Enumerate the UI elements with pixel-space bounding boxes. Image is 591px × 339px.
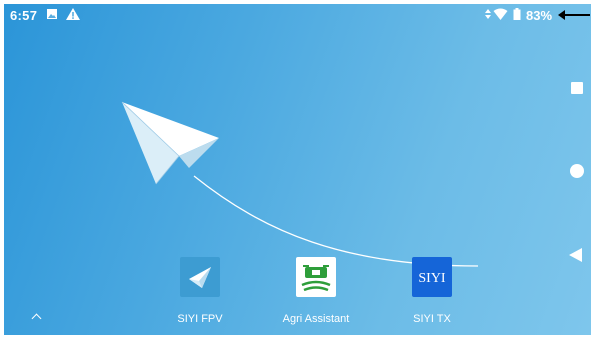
back-button[interactable] <box>569 248 582 262</box>
annotation-arrow <box>558 10 590 20</box>
siyi-logo-icon: SIYI <box>412 257 452 297</box>
app-label: SIYI TX <box>413 313 451 325</box>
paper-plane-icon <box>180 257 220 297</box>
image-icon <box>47 9 57 19</box>
app-siyi-tx[interactable]: SIYI SIYI TX <box>377 257 487 325</box>
battery-icon <box>513 8 521 20</box>
warning-icon <box>66 8 80 20</box>
app-siyi-fpv[interactable]: SIYI FPV <box>145 257 255 325</box>
status-time: 6:57 <box>10 8 38 23</box>
battery-percent: 83% <box>526 8 553 23</box>
home-screen: 6:57 83% SIYI FPV Agri Assistant SIYI SI… <box>4 4 591 335</box>
siyi-logo-text: SIYI <box>418 271 446 286</box>
drone-field-icon <box>296 257 336 297</box>
status-bar[interactable]: 6:57 83% <box>4 4 591 26</box>
recents-button[interactable] <box>571 82 583 94</box>
app-agri-assistant[interactable]: Agri Assistant <box>261 257 371 325</box>
data-arrows-icon <box>485 9 491 19</box>
wifi-icon <box>493 8 508 20</box>
home-button[interactable] <box>570 164 584 178</box>
app-label: Agri Assistant <box>282 313 350 325</box>
app-label: SIYI FPV <box>177 313 223 325</box>
